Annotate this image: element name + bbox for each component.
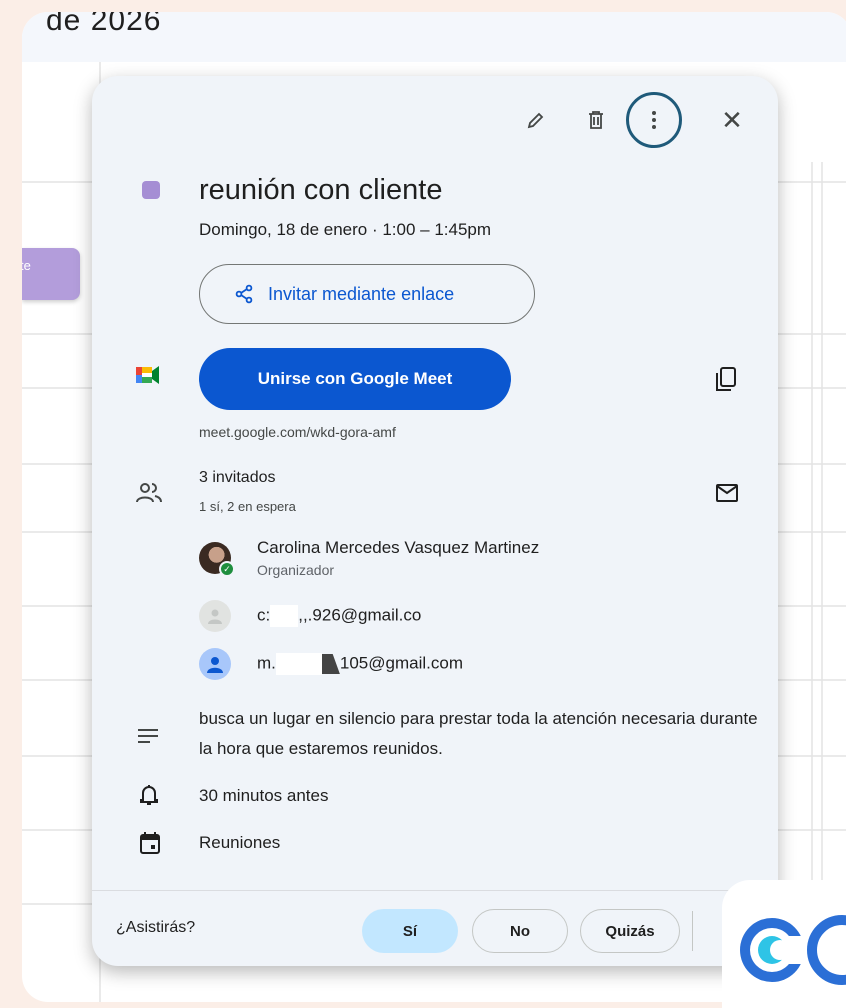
copy-icon [716, 367, 736, 391]
logo-icon [740, 915, 846, 985]
guest-email: c: ,,.926@gmail.co [257, 605, 421, 627]
delete-button[interactable] [576, 100, 616, 140]
event-color-indicator [142, 181, 160, 199]
person-icon [208, 609, 222, 624]
background-event-label: te [22, 258, 31, 273]
event-details-popup: ✕ reunión con cliente Domingo, 18 de ene… [92, 76, 778, 966]
rsvp-bar: ¿Asistirás? Sí No Quizás [92, 890, 778, 966]
edit-button[interactable] [516, 100, 556, 140]
guest-role: Organizador [257, 562, 335, 578]
rsvp-no-button[interactable]: No [472, 909, 568, 953]
guest-row-organizer[interactable]: ✓ Carolina Mercedes Vasquez Martinez Org… [199, 538, 539, 578]
divider [692, 911, 693, 951]
trash-icon [589, 111, 603, 129]
rsvp-yes-button[interactable]: Sí [362, 909, 458, 953]
redaction [270, 605, 299, 627]
copy-link-button[interactable] [714, 366, 738, 397]
meet-link[interactable]: meet.google.com/wkd-gora-amf [199, 424, 396, 440]
guest-row[interactable]: m. 105@gmail.com [199, 648, 463, 680]
rsvp-question: ¿Asistirás? [116, 919, 196, 936]
background-event-chip[interactable]: te [22, 248, 80, 300]
email-guests-button[interactable] [716, 484, 738, 507]
reminder-text: 30 minutos antes [199, 786, 329, 805]
guest-row[interactable]: c: ,,.926@gmail.co [199, 600, 421, 632]
more-vert-icon [652, 111, 656, 129]
avatar [199, 648, 231, 680]
guest-status-summary: 1 sí, 2 en espera [199, 499, 296, 514]
guest-email-end: 926@gmail.co [312, 605, 422, 625]
close-icon: ✕ [721, 104, 743, 135]
brand-logo [722, 880, 846, 1008]
invite-link-button[interactable]: Invitar mediante enlace [199, 264, 535, 324]
mail-icon [716, 484, 738, 502]
avatar: ✓ [199, 542, 235, 577]
bell-icon [140, 785, 158, 805]
google-meet-icon [136, 366, 159, 384]
guest-email-mid: ,,. [298, 605, 313, 625]
redaction [275, 653, 322, 675]
event-description: busca un lugar en silencio para prestar … [199, 709, 758, 758]
check-icon: ✓ [219, 561, 235, 577]
event-title: reunión con cliente [199, 174, 443, 206]
description-icon [138, 729, 158, 743]
avatar [199, 600, 231, 632]
guest-count: 3 invitados [199, 469, 276, 486]
redaction-shape [321, 654, 340, 674]
guest-email-start: c: [257, 605, 271, 625]
join-google-meet-button[interactable]: Unirse con Google Meet [199, 348, 511, 410]
guest-email: m. 105@gmail.com [257, 653, 463, 675]
person-icon [207, 657, 223, 673]
share-icon [235, 284, 253, 304]
guest-name: Carolina Mercedes Vasquez Martinez [257, 538, 540, 557]
calendar-icon [140, 832, 160, 854]
event-date-time: Domingo, 18 de enero · 1:00 – 1:45pm [199, 220, 492, 239]
close-button[interactable]: ✕ [712, 100, 752, 140]
rsvp-maybe-button[interactable]: Quizás [580, 909, 680, 953]
more-options-button[interactable] [626, 92, 682, 148]
invite-link-label: Invitar mediante enlace [268, 283, 455, 304]
guest-email-end: 105@gmail.com [339, 653, 463, 673]
calendar-name: Reuniones [199, 833, 281, 852]
pencil-icon [527, 112, 544, 129]
people-icon [136, 483, 162, 503]
guest-email-start: m. [257, 653, 276, 673]
